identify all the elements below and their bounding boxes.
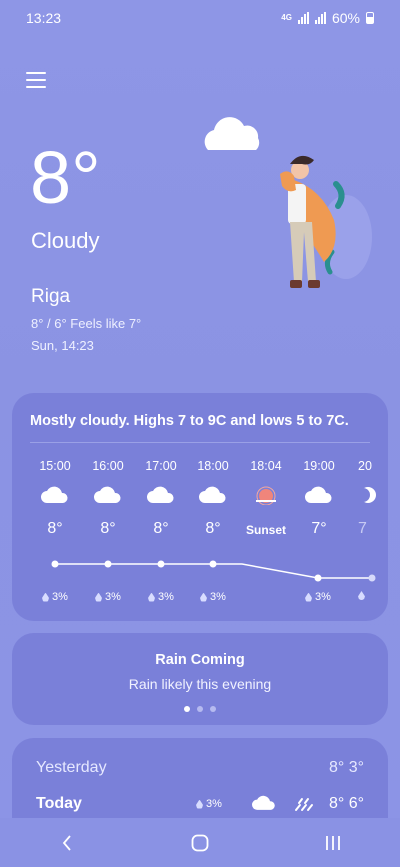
page-indicator bbox=[12, 706, 388, 712]
battery-icon bbox=[366, 12, 374, 24]
current-temperature: 8° bbox=[30, 136, 101, 219]
rain-alert-card[interactable]: Rain Coming Rain likely this evening bbox=[12, 633, 388, 725]
hour-item: 18:00 8° bbox=[186, 459, 240, 540]
current-datetime: Sun, 14:23 bbox=[31, 338, 94, 353]
hour-temp: 8° bbox=[205, 520, 221, 537]
status-icons: 4G 60% bbox=[281, 10, 374, 26]
recents-button[interactable] bbox=[313, 828, 353, 858]
rain-alert-title: Rain Coming bbox=[155, 652, 245, 668]
hour-temp: 8° bbox=[47, 520, 63, 537]
precip-value: 3% bbox=[315, 591, 331, 603]
signal-icon-2 bbox=[314, 12, 326, 24]
hour-temp: 8° bbox=[100, 520, 116, 537]
precip-item bbox=[358, 591, 365, 600]
daily-row-yesterday[interactable]: Yesterday 8° 3° bbox=[36, 756, 364, 780]
precip-value: 3% bbox=[206, 798, 222, 810]
raindrop-icon bbox=[196, 799, 203, 809]
hour-item: 16:00 8° bbox=[81, 459, 135, 540]
page-dot[interactable] bbox=[210, 706, 216, 712]
hour-item: 19:00 7° bbox=[292, 459, 346, 540]
network-type: 4G bbox=[281, 13, 292, 22]
illustration-cloud bbox=[204, 117, 260, 150]
city-name[interactable]: Riga bbox=[31, 286, 70, 308]
status-time: 13:23 bbox=[26, 10, 62, 26]
day-temps: 8° 3° bbox=[328, 759, 364, 776]
hour-time: 18:00 bbox=[197, 459, 229, 473]
back-button[interactable] bbox=[47, 828, 87, 858]
daily-row-today[interactable]: Today 3% 8° 6° bbox=[36, 792, 364, 816]
hour-time: 15:00 bbox=[39, 459, 71, 473]
hourly-forecast-card[interactable]: Mostly cloudy. Highs 7 to 9C and lows 5 … bbox=[12, 393, 388, 621]
temperature-line-graph bbox=[51, 560, 376, 582]
raindrop-icon bbox=[148, 592, 155, 602]
raindrop-icon bbox=[358, 591, 365, 600]
divider bbox=[30, 442, 370, 443]
hour-temp: 7 bbox=[358, 520, 367, 537]
raindrop-icon bbox=[305, 592, 312, 602]
cloud-icon bbox=[41, 486, 68, 503]
raindrop-icon bbox=[95, 592, 102, 602]
precip-value: 3% bbox=[52, 591, 68, 603]
rain-icon bbox=[295, 798, 313, 811]
hour-time: 18:04 bbox=[250, 459, 282, 473]
hour-item: 20 7 bbox=[344, 459, 388, 540]
cloud-icon bbox=[199, 486, 226, 503]
page-dot[interactable] bbox=[184, 706, 190, 712]
forecast-summary: Mostly cloudy. Highs 7 to 9C and lows 5 … bbox=[30, 413, 349, 429]
chevron-left-icon bbox=[62, 834, 71, 851]
hour-item: 18:04 Sunset bbox=[239, 459, 293, 540]
cloud-icon bbox=[94, 486, 121, 503]
precip-item: 3% bbox=[200, 591, 226, 603]
menu-icon[interactable] bbox=[26, 72, 46, 90]
battery-percent: 60% bbox=[331, 10, 360, 26]
precip-value: 3% bbox=[158, 591, 174, 603]
moon-icon bbox=[356, 487, 376, 503]
daily-forecast-card[interactable]: Yesterday 8° 3° Today 3% 8° 6° bbox=[12, 738, 388, 828]
cloudy-illustration bbox=[204, 117, 372, 288]
raindrop-icon bbox=[200, 592, 207, 602]
day-precip: 3% bbox=[196, 798, 222, 810]
hour-temp: Sunset bbox=[245, 523, 286, 537]
sunset-icon bbox=[256, 486, 276, 506]
home-icon bbox=[191, 834, 209, 851]
home-button[interactable] bbox=[180, 828, 220, 858]
hour-item: 15:00 8° bbox=[28, 459, 82, 540]
day-name: Today bbox=[36, 795, 82, 812]
precip-item: 3% bbox=[42, 591, 68, 603]
hour-time: 20 bbox=[358, 459, 372, 473]
hour-item: 17:00 8° bbox=[134, 459, 188, 540]
hour-time: 19:00 bbox=[303, 459, 335, 473]
precip-value: 3% bbox=[105, 591, 121, 603]
raindrop-icon bbox=[42, 592, 49, 602]
precip-item: 3% bbox=[305, 591, 331, 603]
cloud-icon bbox=[252, 795, 275, 810]
cloud-icon bbox=[147, 486, 174, 503]
status-bar: 13:23 4G 60% bbox=[0, 0, 400, 36]
cloud-icon bbox=[305, 486, 332, 503]
recents-icon bbox=[326, 835, 341, 850]
day-name: Yesterday bbox=[36, 759, 107, 776]
precip-value: 3% bbox=[210, 591, 226, 603]
hour-time: 17:00 bbox=[145, 459, 177, 473]
hour-time: 16:00 bbox=[92, 459, 124, 473]
hour-temp: 8° bbox=[153, 520, 169, 537]
day-temps: 8° 6° bbox=[328, 795, 364, 812]
rain-alert-subtitle: Rain likely this evening bbox=[128, 676, 272, 692]
hi-lo-feels-like: 8° / 6° Feels like 7° bbox=[31, 316, 142, 331]
system-nav-bar bbox=[0, 818, 400, 867]
hour-temp: 7° bbox=[311, 520, 327, 537]
precip-item: 3% bbox=[148, 591, 174, 603]
page-dot[interactable] bbox=[197, 706, 203, 712]
precip-item: 3% bbox=[95, 591, 121, 603]
signal-icon bbox=[297, 12, 309, 24]
current-condition: Cloudy bbox=[31, 228, 100, 253]
